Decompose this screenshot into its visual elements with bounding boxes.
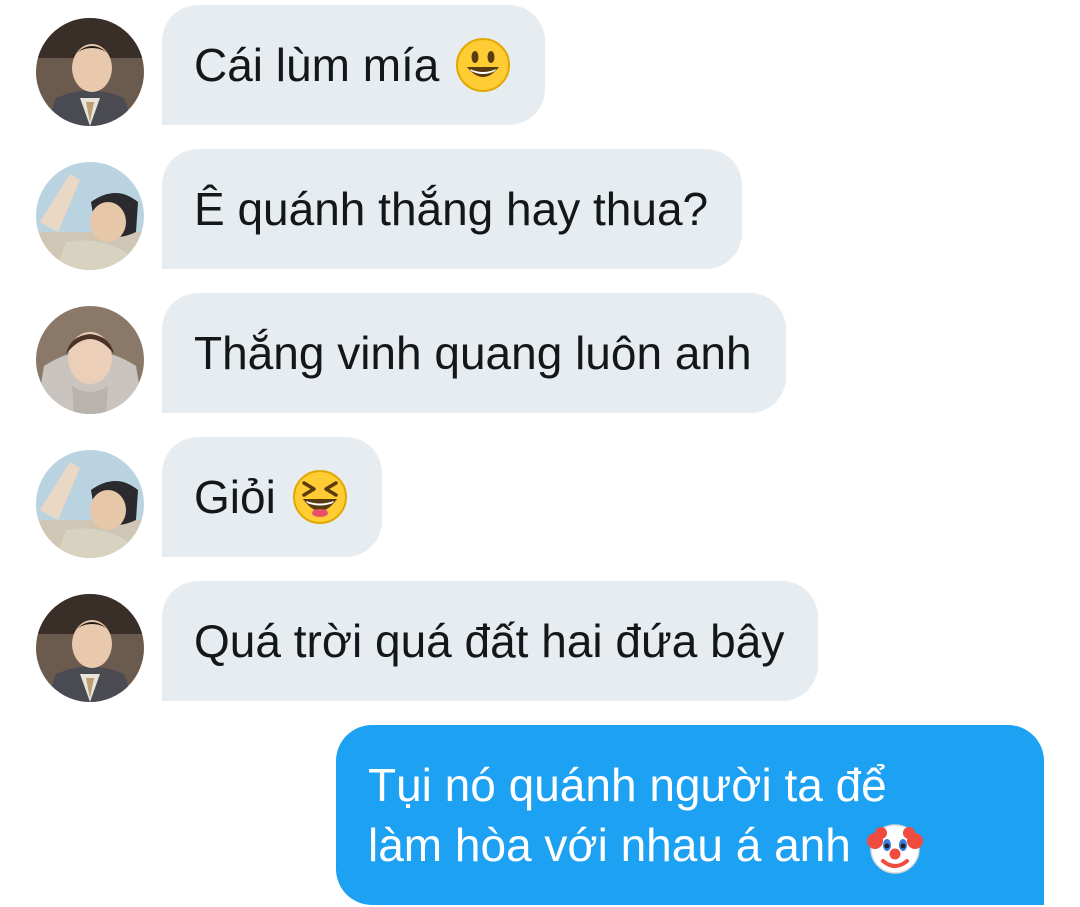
received-bubble[interactable]: Quá trời quá đất hai đứa bây — [162, 581, 819, 701]
clown-face-icon — [866, 821, 923, 877]
avatar[interactable] — [36, 450, 144, 558]
received-bubble[interactable]: Cái lùm mía — [162, 5, 546, 125]
waving-person-avatar-image — [36, 450, 144, 558]
received-bubble[interactable]: Ê quánh thắng hay thua? — [162, 149, 743, 269]
message-text: Giỏi — [194, 471, 276, 523]
waving-person-avatar-image — [36, 162, 144, 270]
message-text: Ê quánh thắng hay thua? — [194, 183, 709, 235]
avatar[interactable] — [36, 306, 144, 414]
message-text: Cái lùm mía — [194, 39, 440, 91]
grinning-face-icon — [455, 37, 511, 93]
laughing-squint-face-icon — [292, 469, 348, 525]
jin-avatar-image — [36, 594, 144, 702]
received-bubble[interactable]: Thắng vinh quang luôn anh — [162, 293, 786, 413]
message-text: Quá trời quá đất hai đứa bây — [194, 615, 785, 667]
sent-message-text: làm hòa với nhau á anh — [368, 819, 851, 871]
sent-message-line: làm hòa với nhau á anh — [368, 815, 1014, 877]
avatar[interactable] — [36, 594, 144, 702]
message-text: Thắng vinh quang luôn anh — [194, 327, 752, 379]
sent-bubble[interactable]: Tụi nó quánh người ta để làm hòa với nha… — [336, 725, 1044, 905]
avatar[interactable] — [36, 18, 144, 126]
avatar[interactable] — [36, 162, 144, 270]
sent-message-line: Tụi nó quánh người ta để — [368, 759, 887, 811]
hoodie-person-avatar-image — [36, 306, 144, 414]
received-bubble[interactable]: Giỏi — [162, 437, 382, 557]
jin-avatar-image — [36, 18, 144, 126]
